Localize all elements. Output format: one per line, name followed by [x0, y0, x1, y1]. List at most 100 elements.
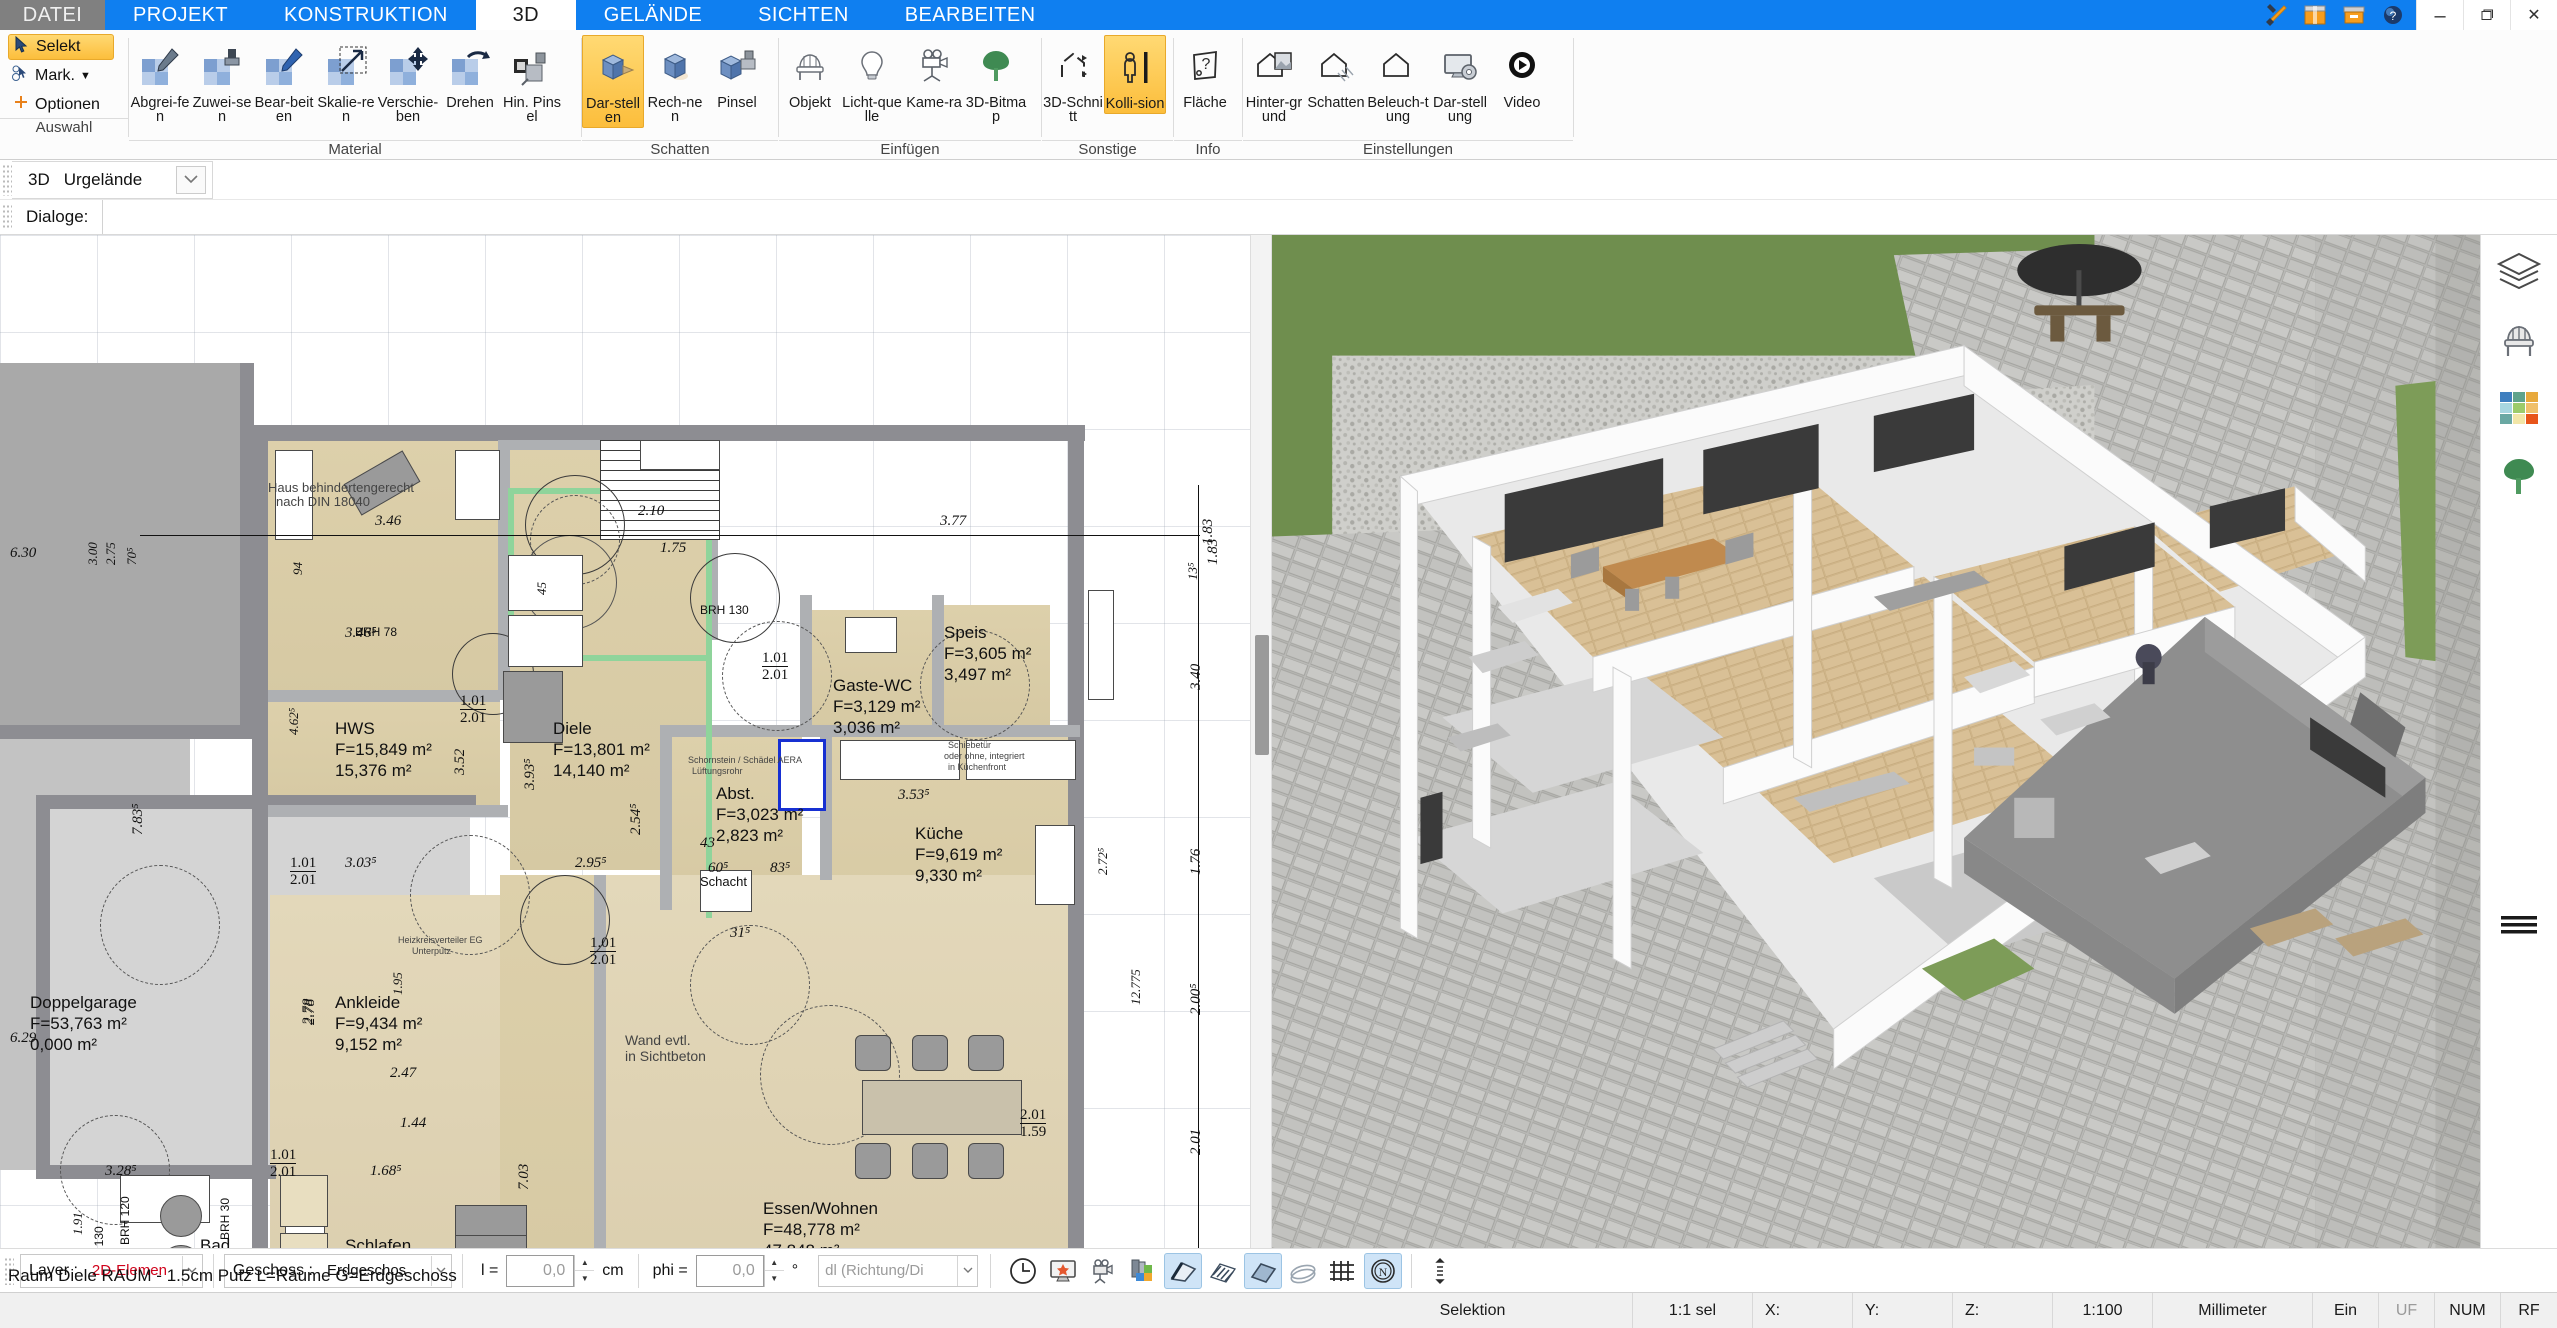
length-label: l = — [480, 1261, 499, 1279]
einfuegen-buttons: Objekt Licht-quelle Kame-ra 3D-Bitmap — [779, 30, 1041, 140]
ribbon-button-pinsel[interactable]: Pinsel — [706, 35, 768, 112]
toolbar-divider — [637, 1253, 639, 1288]
menu-tab-3d[interactable]: 3D — [475, 0, 576, 30]
screen-favorite-icon[interactable] — [1044, 1253, 1082, 1289]
length-stepper[interactable]: 0,0 ▲ ▼ — [506, 1254, 595, 1287]
tree-icon[interactable] — [2491, 453, 2547, 499]
snap-surface-icon[interactable] — [1244, 1252, 1283, 1289]
layers-icon[interactable] — [2491, 249, 2547, 295]
phi-stepper[interactable]: 0,0 ▲ ▼ — [695, 1254, 784, 1287]
dimension-inner-20: 43 — [700, 835, 715, 851]
room-name: Speis — [944, 623, 987, 642]
ribbon-group-label-einfuegen: Einfügen — [779, 140, 1041, 159]
note-heizkreis-2: Unterputz — [412, 946, 452, 956]
ribbon-button-skalieren[interactable]: Skalie-ren — [315, 35, 377, 126]
tools-icon[interactable] — [2263, 3, 2289, 27]
status-unit: Millimeter — [2153, 1293, 2313, 1328]
furniture-sink — [1035, 825, 1075, 905]
snap-hatch-icon[interactable] — [1204, 1253, 1242, 1289]
toolbar-grip[interactable] — [2, 163, 12, 196]
workspace: HWS F=15,849 m² 15,376 m² Diele F=13,801… — [0, 235, 2557, 1248]
history-clock-icon[interactable] — [1004, 1253, 1042, 1289]
ribbon-button-darstellen[interactable]: Dar-stellen — [582, 35, 644, 128]
restore-button[interactable] — [2463, 0, 2510, 30]
ribbon-button-drehen-label: Drehen — [446, 95, 494, 111]
camera-icon[interactable] — [1084, 1253, 1122, 1289]
dimension-inner-5: 3.93⁵ — [522, 758, 538, 790]
floorplan-2d-view[interactable]: HWS F=15,849 m² 15,376 m² Diele F=13,801… — [0, 235, 1250, 1248]
archive-icon[interactable] — [2341, 3, 2367, 27]
menu-tab-sichten[interactable]: SICHTEN — [730, 0, 877, 30]
ribbon-button-mark[interactable]: Mark. ▼ — [8, 63, 114, 89]
toolbar-grip[interactable] — [2, 204, 12, 230]
door-dimension-box: 1.01 2.01 — [460, 693, 487, 726]
ribbon-button-verschieben[interactable]: Verschie-ben — [377, 35, 439, 126]
ribbon-button-optionen[interactable]: Optionen — [8, 92, 114, 118]
ribbon-button-rechnen[interactable]: Rech-nen — [644, 35, 706, 126]
ribbon-button-schatten-label: Schatten — [1307, 95, 1365, 111]
ribbon-button-beleuchtung[interactable]: Beleuch-tung — [1367, 35, 1429, 126]
ribbon-button-3d-schnitt[interactable]: 3D-Schnitt — [1042, 35, 1104, 126]
books-color-icon[interactable] — [1124, 1253, 1162, 1289]
ribbon-button-drehen[interactable]: Drehen — [439, 35, 501, 112]
menu-tab-konstruktion[interactable]: KONSTRUKTION — [256, 0, 476, 30]
note-schornstein-2: Lüftungsrohr — [692, 766, 743, 776]
snap-curve-icon[interactable] — [1284, 1253, 1322, 1289]
mode-selector[interactable]: 3D Urgelände — [12, 160, 214, 199]
ribbon-button-kamera[interactable]: Kame-ra — [903, 35, 965, 112]
ribbon-button-lichtquelle[interactable]: Licht-quelle — [841, 35, 903, 126]
ribbon-button-flaeche[interactable]: ? Fläche — [1174, 35, 1236, 112]
grid-icon[interactable] — [1324, 1253, 1362, 1289]
ribbon-button-zuweisen[interactable]: Zuwei-sen — [191, 35, 253, 126]
more-options-icon[interactable] — [1421, 1253, 1459, 1289]
menu-tab-datei[interactable]: DATEI — [0, 0, 105, 30]
furniture-chair — [912, 1035, 948, 1071]
plus-options-icon — [12, 94, 30, 117]
spinner-up-icon[interactable]: ▲ — [764, 1255, 784, 1271]
chevron-down-icon[interactable] — [176, 165, 207, 194]
spinner-down-icon[interactable]: ▼ — [575, 1271, 594, 1287]
ribbon-button-video[interactable]: Video — [1491, 35, 1553, 112]
ribbon-button-schatten-setting[interactable]: Schatten — [1305, 35, 1367, 112]
ribbon-button-hin-pinsel[interactable]: Hin. Pinsel — [501, 35, 563, 126]
north-arrow-icon[interactable]: N — [1364, 1252, 1403, 1289]
spinner-up-icon[interactable]: ▲ — [575, 1255, 595, 1271]
ribbon-button-abgreifen-label: Abgrei-fen — [130, 95, 190, 125]
model-3d-view[interactable] — [1271, 235, 2481, 1248]
ribbon-button-selekt[interactable]: Selekt — [8, 34, 114, 60]
status-selection: Selektion — [1313, 1293, 1633, 1328]
scrollbar-thumb[interactable] — [1254, 635, 1269, 755]
minimize-button[interactable]: – — [2416, 0, 2463, 30]
close-button[interactable]: ✕ — [2510, 0, 2557, 30]
package-icon[interactable] — [2302, 3, 2328, 27]
ribbon-button-darstellung[interactable]: Dar-stellung — [1429, 35, 1491, 126]
note-schornstein-1: Schornstein / Schädel AERA — [688, 755, 803, 765]
phi-spinner[interactable]: ▲ ▼ — [763, 1254, 784, 1287]
chevron-down-icon[interactable] — [957, 1255, 977, 1286]
cube-calc-icon — [651, 38, 699, 96]
menu-tab-bearbeiten[interactable]: BEARBEITEN — [877, 0, 1064, 30]
ribbon-button-bearbeiten[interactable]: Bear-beiten — [253, 35, 315, 126]
help-icon[interactable]: ? — [2380, 3, 2406, 27]
ribbon-group-sonstige: 3D-Schnitt Kolli-sion Sonstige — [1042, 30, 1173, 159]
length-input[interactable]: 0,0 — [506, 1254, 575, 1287]
ribbon-button-hintergrund-label: Hinter-grund — [1245, 95, 1303, 125]
ribbon-button-3d-bitmap[interactable]: 3D-Bitmap — [965, 35, 1027, 126]
ribbon-button-hintergrund[interactable]: Hinter-grund — [1243, 35, 1305, 126]
spinner-down-icon[interactable]: ▼ — [765, 1271, 784, 1287]
ribbon-button-objekt[interactable]: Objekt — [779, 35, 841, 112]
length-spinner[interactable]: ▲ ▼ — [574, 1254, 595, 1287]
menu-tab-projekt[interactable]: PROJEKT — [105, 0, 256, 30]
panel-resize-handle[interactable] — [2491, 902, 2547, 948]
menu-tab-gelaende[interactable]: GELÄNDE — [576, 0, 730, 30]
door-width: 1.01 — [590, 935, 617, 952]
direction-combo[interactable]: dl (Richtung/Di — [818, 1254, 979, 1287]
chair-icon[interactable] — [2491, 317, 2547, 363]
ribbon-button-kollision[interactable]: Kolli-sion — [1104, 35, 1166, 114]
snap-endpoint-icon[interactable] — [1164, 1252, 1203, 1289]
phi-input[interactable]: 0,0 — [695, 1254, 764, 1287]
ribbon-button-abgreifen[interactable]: Abgrei-fen — [129, 35, 191, 126]
palette-swatch-icon[interactable] — [2491, 385, 2547, 431]
chevron-down-icon[interactable]: ▼ — [80, 70, 91, 82]
plan-vertical-scrollbar[interactable] — [1249, 235, 1272, 1248]
